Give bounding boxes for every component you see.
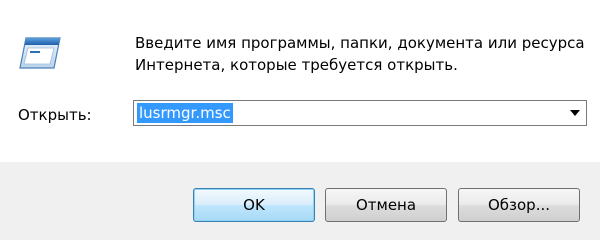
dialog-content-area: Введите имя программы, папки, документа …: [0, 0, 600, 162]
instructions-line-1: Введите имя программы, папки, документа …: [135, 34, 585, 52]
chevron-down-icon: [570, 110, 580, 116]
browse-button[interactable]: Обзор...: [458, 188, 580, 222]
ok-button[interactable]: OK: [193, 188, 315, 222]
instructions-line-2: Интернета, которые требуется открыть.: [135, 56, 458, 74]
open-label: Открыть:: [18, 106, 92, 124]
command-input[interactable]: lusrmgr.msc: [137, 103, 233, 123]
dropdown-button[interactable]: [564, 101, 586, 125]
cancel-button[interactable]: Отмена: [325, 188, 447, 222]
instructions-text: Введите имя программы, папки, документа …: [135, 32, 595, 76]
run-dialog-icon: [18, 36, 62, 70]
command-combobox[interactable]: lusrmgr.msc: [133, 100, 587, 126]
